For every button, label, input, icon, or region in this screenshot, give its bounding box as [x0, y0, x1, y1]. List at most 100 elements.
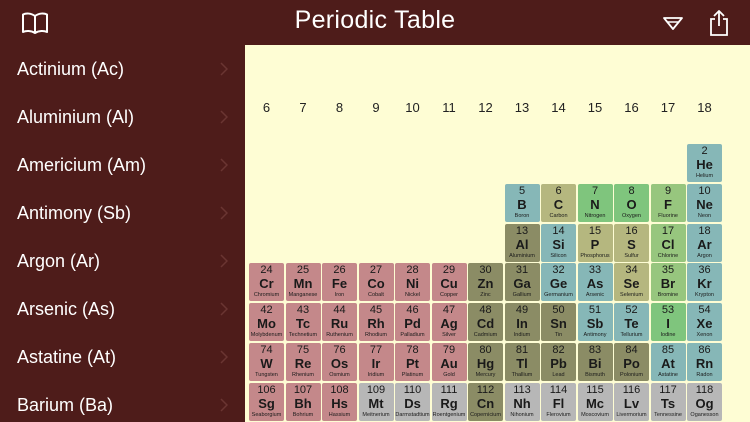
- element-cell-br[interactable]: 35 Br Bromine: [650, 263, 686, 302]
- element-cell-og[interactable]: 118 Og Oganesson: [687, 382, 722, 421]
- element-cell-os[interactable]: 76 Os Osmium: [322, 343, 357, 381]
- element-cell-ts[interactable]: 117 Ts Tennessine: [650, 382, 686, 421]
- element-cell-mo[interactable]: 42 Mo Molybdenum: [249, 303, 284, 342]
- element-cell-f[interactable]: 9 F Fluorine: [650, 183, 686, 222]
- element-cell-rg[interactable]: 111 Rg Roentgenium: [431, 382, 467, 421]
- element-cell-ge[interactable]: 32 Ge Germanium: [541, 263, 576, 302]
- element-cell-tc[interactable]: 43 Tc Technetium: [285, 303, 321, 342]
- element-cell-lv[interactable]: 116 Lv Livermorium: [614, 382, 649, 421]
- element-list-item[interactable]: Americium (Am): [0, 141, 245, 189]
- element-cell-b[interactable]: 5 B Boron: [504, 183, 540, 222]
- group-number-label: 7: [299, 100, 307, 115]
- element-list-item[interactable]: Actinium (Ac): [0, 45, 245, 93]
- element-cell-kr[interactable]: 36 Kr Krypton: [687, 263, 722, 302]
- element-cell-pd[interactable]: 46 Pd Palladium: [395, 303, 430, 342]
- element-list-item-label: Astatine (At): [17, 346, 117, 367]
- element-name: Antimony: [583, 332, 607, 339]
- element-cell-pb[interactable]: 82 Pb Lead: [541, 343, 576, 381]
- element-cell-au[interactable]: 79 Au Gold: [431, 343, 467, 381]
- element-cell-xe[interactable]: 54 Xe Xenon: [687, 303, 722, 342]
- element-cell-ni[interactable]: 28 Ni Nickel: [395, 263, 430, 302]
- top-bar: Periodic Table: [0, 0, 750, 45]
- element-cell-si[interactable]: 14 Si Silicon: [541, 223, 576, 262]
- element-cell-mn[interactable]: 25 Mn Manganese: [285, 263, 321, 302]
- element-cell-rh[interactable]: 45 Rh Rhodium: [358, 303, 394, 342]
- element-cell-bh[interactable]: 107 Bh Bohrium: [285, 382, 321, 421]
- element-cell-ga[interactable]: 31 Ga Gallium: [504, 263, 540, 302]
- element-cell-rn[interactable]: 86 Rn Radon: [687, 343, 722, 381]
- element-cell-mc[interactable]: 115 Mc Moscovium: [577, 382, 613, 421]
- element-cell-cr[interactable]: 24 Cr Chromium: [249, 263, 284, 302]
- element-cell-ag[interactable]: 47 Ag Silver: [431, 303, 467, 342]
- element-cell-ds[interactable]: 110 Ds Darmstadtium: [395, 382, 430, 421]
- element-cell-s[interactable]: 16 S Sulfur: [614, 223, 649, 262]
- element-list-item[interactable]: Aluminium (Al): [0, 93, 245, 141]
- element-symbol: S: [627, 236, 636, 252]
- element-cell-ir[interactable]: 77 Ir Iridium: [358, 343, 394, 381]
- element-list-item[interactable]: Arsenic (As): [0, 285, 245, 333]
- element-cell-sn[interactable]: 50 Sn Tin: [541, 303, 576, 342]
- element-cell-pt[interactable]: 78 Pt Platinum: [395, 343, 430, 381]
- element-cell-te[interactable]: 52 Te Tellurium: [614, 303, 649, 342]
- element-cell-cd[interactable]: 48 Cd Cadmium: [468, 303, 503, 342]
- element-cell-po[interactable]: 84 Po Polonium: [614, 343, 649, 381]
- element-cell-ru[interactable]: 44 Ru Ruthenium: [322, 303, 357, 342]
- element-cell-fe[interactable]: 26 Fe Iron: [322, 263, 357, 302]
- element-cell-i[interactable]: 53 I Iodine: [650, 303, 686, 342]
- element-list[interactable]: Actinium (Ac) Aluminium (Al) Americium (…: [0, 45, 245, 422]
- element-list-item[interactable]: Antimony (Sb): [0, 189, 245, 237]
- element-symbol: Cn: [476, 395, 495, 411]
- element-cell-zn[interactable]: 30 Zn Zinc: [468, 263, 503, 302]
- element-cell-se[interactable]: 34 Se Selenium: [614, 263, 649, 302]
- element-cell-bi[interactable]: 83 Bi Bismuth: [577, 343, 613, 381]
- filter-button[interactable]: [656, 6, 690, 40]
- element-symbol: P: [590, 236, 600, 252]
- periodic-table: 6 7 8 9 10 11 12 13 14 15 16 17 18 2 He Helium 5 B Boron 6 C…: [245, 45, 750, 422]
- element-list-item-label: Arsenic (As): [17, 298, 116, 319]
- element-cell-hg[interactable]: 80 Hg Mercury: [468, 343, 503, 381]
- element-list-item[interactable]: Astatine (At): [0, 333, 245, 381]
- element-name: Radon: [696, 372, 713, 378]
- element-symbol: Hs: [331, 395, 348, 411]
- element-symbol: Pd: [404, 316, 421, 332]
- element-list-item[interactable]: Argon (Ar): [0, 237, 245, 285]
- group-number-label: 11: [442, 100, 456, 115]
- element-cell-p[interactable]: 15 P Phosphorus: [577, 223, 613, 262]
- element-symbol: Zn: [477, 276, 494, 292]
- element-cell-ar[interactable]: 18 Ar Argon: [687, 223, 722, 262]
- element-symbol: Sn: [550, 316, 567, 332]
- element-name: Rhenium: [291, 372, 314, 378]
- element-cell-o[interactable]: 8 O Oxygen: [614, 183, 649, 222]
- element-cell-sg[interactable]: 106 Sg Seaborgium: [249, 382, 284, 421]
- share-button[interactable]: [702, 6, 736, 40]
- element-cell-c[interactable]: 6 C Carbon: [541, 183, 576, 222]
- element-cell-al[interactable]: 13 Al Aluminium: [504, 223, 540, 262]
- element-cell-cl[interactable]: 17 Cl Chlorine: [650, 223, 686, 262]
- element-symbol: Cr: [259, 276, 274, 292]
- element-cell-n[interactable]: 7 N Nitrogen: [577, 183, 613, 222]
- element-symbol: Kr: [697, 276, 712, 292]
- element-cell-nh[interactable]: 113 Nh Nihonium: [504, 382, 540, 421]
- element-cell-he[interactable]: 2 He Helium: [687, 144, 722, 182]
- element-symbol: Xe: [696, 316, 713, 332]
- chevron-right-icon: [220, 158, 228, 172]
- element-cell-tl[interactable]: 81 Tl Thallium: [504, 343, 540, 381]
- element-cell-hs[interactable]: 108 Hs Hassium: [322, 382, 357, 421]
- element-name: Seaborgium: [251, 411, 282, 418]
- element-name: Livermorium: [616, 411, 647, 418]
- element-cell-re[interactable]: 75 Re Rhenium: [285, 343, 321, 381]
- element-cell-sb[interactable]: 51 Sb Antimony: [577, 303, 613, 342]
- element-cell-as[interactable]: 33 As Arsenic: [577, 263, 613, 302]
- element-name: Roentgenium: [432, 411, 466, 418]
- element-cell-w[interactable]: 74 W Tungsten: [249, 343, 284, 381]
- element-cell-fl[interactable]: 114 Fl Flerovium: [541, 382, 576, 421]
- element-cell-at[interactable]: 85 At Astatine: [650, 343, 686, 381]
- element-cell-co[interactable]: 27 Co Cobalt: [358, 263, 394, 302]
- element-name: Ruthenium: [326, 332, 353, 339]
- element-cell-in[interactable]: 49 In Indium: [504, 303, 540, 342]
- element-cell-mt[interactable]: 109 Mt Meitnerium: [358, 382, 394, 421]
- element-cell-cu[interactable]: 29 Cu Copper: [431, 263, 467, 302]
- element-cell-ne[interactable]: 10 Ne Neon: [687, 183, 722, 222]
- element-cell-cn[interactable]: 112 Cn Copernicium: [468, 382, 503, 421]
- element-list-item[interactable]: Barium (Ba): [0, 381, 245, 422]
